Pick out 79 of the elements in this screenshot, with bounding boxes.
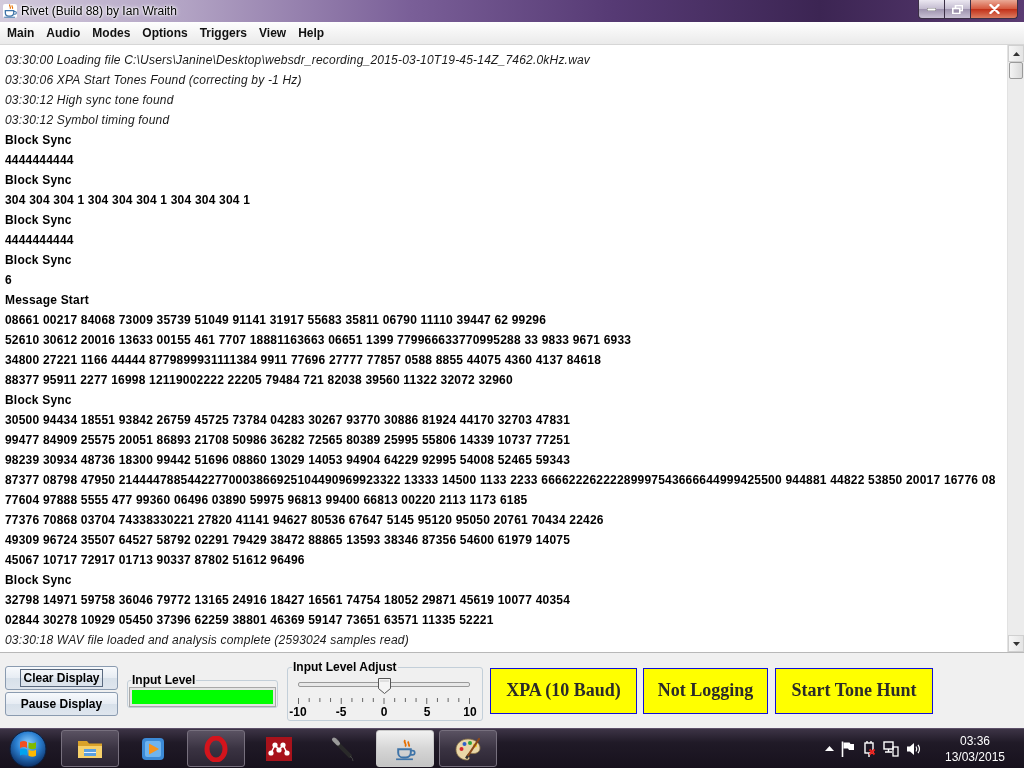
- scrollbar-track[interactable]: [1007, 45, 1024, 652]
- log-line: 30500 94434 18551 93842 26759 45725 73784 04283 30267 93770 30886 81924 44170 32703 47831: [5, 412, 570, 429]
- log-line: 52610 30612 20016 13633 00155 461 7707 18881163663 06651 1399 779966633770995288 33 9833 9671 6933: [5, 332, 632, 349]
- log-line: Block Sync: [5, 392, 72, 409]
- action-button[interactable]: Start Tone Hunt: [775, 667, 933, 714]
- restore-icon: [952, 4, 963, 14]
- cup-icon: [3, 4, 17, 18]
- log-line: 03:30:12 High sync tone found: [5, 92, 174, 109]
- panel-title: Input Level Adjust: [292, 660, 398, 674]
- play-icon: [139, 735, 167, 762]
- menu-item[interactable]: Options: [136, 24, 194, 42]
- log-line: 77376 70868 03704 74338330221 27820 41141 94627 80536 67647 5145 95120 95050 20761 70434 22426: [5, 512, 604, 529]
- log-line: 34800 27221 1166 44444 8779899931111384 9911 77696 27777 77857 0588 8855 44075 4360 4137 84618: [5, 352, 602, 369]
- panel-title: Input Level: [131, 673, 197, 687]
- tick-label: 5: [422, 705, 432, 719]
- minimize-button[interactable]: [918, 0, 945, 19]
- menu-item[interactable]: Modes: [86, 24, 137, 42]
- slider-thumb[interactable]: [377, 678, 391, 694]
- log-line: Message Start: [5, 292, 89, 309]
- scrollbar-thumb[interactable]: [1009, 62, 1023, 79]
- log-line: Block Sync: [5, 172, 72, 189]
- tick-label: -5: [334, 705, 348, 719]
- display-button[interactable]: Pause Display: [5, 691, 118, 716]
- log-line: Block Sync: [5, 132, 72, 149]
- log-line: 03:30:12 Symbol timing found: [5, 112, 170, 129]
- log-line: 02844 30278 10929 05450 37396 62259 38801 46369 59147 73651 63571 11335 52221: [5, 612, 494, 629]
- log-line: 03:30:18 WAV file loaded and analysis complete (2593024 samples read): [5, 632, 409, 649]
- taskbar-button[interactable]: [439, 730, 497, 767]
- close-icon: [988, 4, 1000, 14]
- log-line: Block Sync: [5, 572, 72, 589]
- restore-button[interactable]: [945, 0, 971, 19]
- taskbar-button[interactable]: [61, 730, 119, 767]
- scroll-down-button[interactable]: [1008, 635, 1024, 652]
- caret-up-icon: [1012, 51, 1020, 56]
- log-line: Block Sync: [5, 212, 72, 229]
- log-line: 03:30:06 XPA Start Tones Found (correcting by -1 Hz): [5, 72, 302, 89]
- network-icon[interactable]: [883, 740, 899, 757]
- close-button[interactable]: [971, 0, 1018, 19]
- flag-icon[interactable]: [841, 740, 855, 757]
- clock-time[interactable]: 03:36: [960, 732, 990, 749]
- log-line: 6: [5, 272, 12, 289]
- log-line: 77604 97888 5555 477 99360 06496 03890 59975 96813 99400 66813 00220 2113 1173 6185: [5, 492, 528, 509]
- minimize-icon: [927, 7, 936, 11]
- caret-down-icon: [1012, 641, 1020, 646]
- log-line: 4444444444: [5, 232, 74, 249]
- menu-item[interactable]: View: [253, 24, 293, 42]
- tick-label: -10: [288, 705, 308, 719]
- log-line: 304 304 304 1 304 304 304 1 304 304 304 1: [5, 192, 251, 209]
- dots-icon: [265, 735, 293, 762]
- log-line: 88377 95911 2277 16998 12119002222 22205 79484 721 82038 39560 11322 32072 32960: [5, 372, 513, 389]
- speaker-icon[interactable]: [906, 741, 922, 756]
- log-line: 32798 14971 59758 36046 79772 13165 24916 18427 16561 74754 18052 29871 45619 10077 40354: [5, 592, 570, 609]
- window-title: Rivet (Build 88) by Ian Wraith: [21, 4, 177, 18]
- action-button[interactable]: Not Logging: [643, 667, 768, 714]
- log-line: 08661 00217 84068 73009 35739 51049 91141 31917 55683 35811 06790 11110 39447 62 99296: [5, 312, 547, 329]
- action-button[interactable]: XPA (10 Baud): [490, 667, 637, 714]
- power-plug-icon[interactable]: [862, 740, 876, 757]
- start-button[interactable]: [9, 729, 47, 768]
- log-line: 45067 10717 72917 01713 90337 87802 51612 96496: [5, 552, 305, 569]
- orb-icon: [9, 729, 47, 768]
- log-line: 4444444444: [5, 152, 74, 169]
- tick-label: 10: [462, 705, 478, 719]
- menu-item[interactable]: Main: [1, 24, 41, 42]
- log-line: 87377 08798 47950 21444478854422770003866925104490969923322 13333 14500 1133 2233 66662226222289997543666644999425500 944881 44822 53850 20017 16776 08: [5, 472, 996, 489]
- display-button[interactable]: Clear Display: [5, 665, 118, 690]
- ring-icon: [202, 735, 230, 762]
- scroll-up-button[interactable]: [1008, 45, 1024, 62]
- clock-date[interactable]: 13/03/2015: [944, 748, 1006, 765]
- up-arrow-icon[interactable]: [825, 746, 834, 751]
- menu-item[interactable]: Audio: [40, 24, 87, 42]
- menu-item[interactable]: Help: [292, 24, 331, 42]
- log-line: Block Sync: [5, 252, 72, 269]
- tick-label: 0: [379, 705, 389, 719]
- log-line: 98239 30934 48736 18300 99442 51696 08860 13029 14053 94904 64229 92995 54008 52465 59343: [5, 452, 570, 469]
- palette-icon: [454, 735, 482, 762]
- log-line: 99477 84909 25575 20051 86893 21708 50986 36282 72565 80389 25995 55806 14339 10737 77251: [5, 432, 570, 449]
- log-line: 03:30:00 Loading file C:\Users\Janine\Desktop\websdr_recording_2015-03-10T19-45-14Z_7462.0kHz.wav: [5, 52, 591, 69]
- log-line: 49309 96724 35507 64527 58792 02291 79429 38472 88865 13593 38346 87356 54600 61979 14075: [5, 532, 570, 549]
- menu-item[interactable]: Triggers: [193, 24, 254, 42]
